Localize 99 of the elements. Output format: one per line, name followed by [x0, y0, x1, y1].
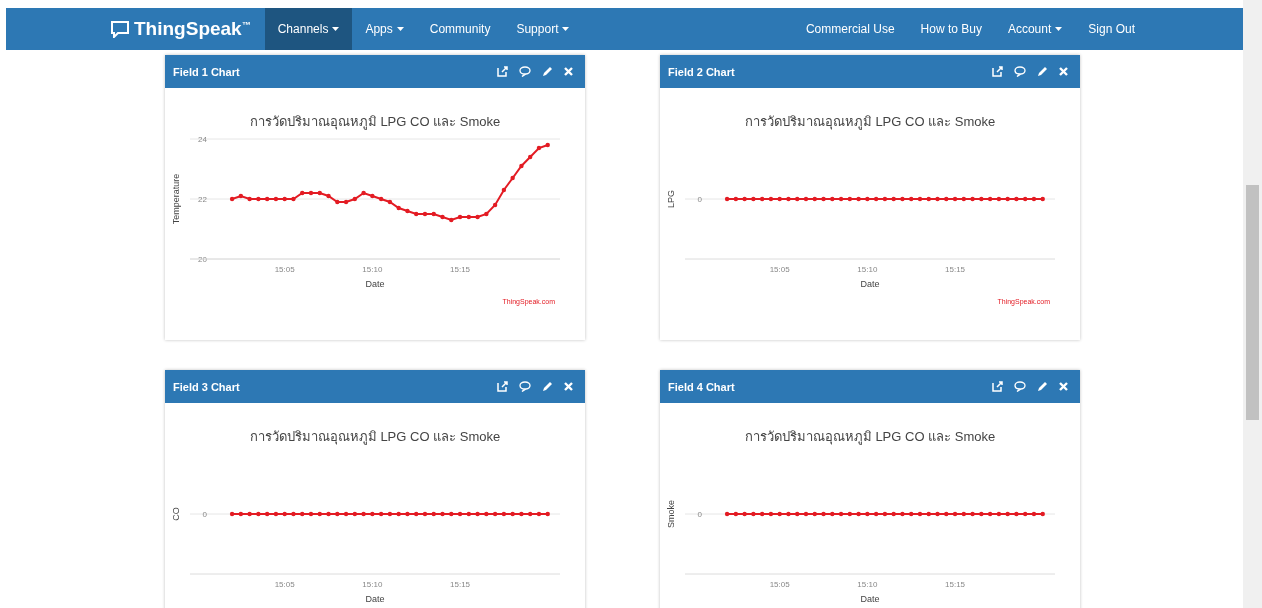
axis-tick-label: 15:10 — [362, 265, 383, 274]
axis-tick-label: 15:10 — [857, 580, 878, 589]
data-point — [291, 196, 296, 202]
data-point — [431, 211, 436, 217]
y-axis-label: Smoke — [666, 500, 676, 528]
data-point — [326, 193, 331, 199]
data-point — [492, 202, 498, 208]
data-point — [466, 214, 471, 220]
axis-tick-label: 15:05 — [274, 265, 295, 274]
comment-icon[interactable] — [519, 381, 531, 392]
axis-tick-label: 22 — [198, 195, 207, 204]
data-point — [370, 193, 375, 199]
axis-tick-label: 15:15 — [945, 265, 966, 274]
data-point — [343, 199, 349, 205]
axis-tick-label: 15:05 — [274, 580, 295, 589]
external-link-icon[interactable] — [497, 66, 508, 77]
nav-item[interactable]: How to Buy — [907, 8, 995, 50]
data-point — [475, 214, 480, 220]
axis-tick-label: 15:15 — [450, 265, 471, 274]
axis-tick-label: 0 — [697, 510, 702, 519]
x-axis-label: Date — [860, 594, 880, 604]
data-point — [264, 196, 270, 202]
data-point — [484, 211, 489, 217]
nav-item[interactable]: Apps — [352, 8, 417, 50]
data-point — [282, 196, 287, 202]
close-icon[interactable] — [564, 382, 573, 391]
x-axis-label: Date — [860, 279, 880, 289]
close-icon[interactable] — [1059, 67, 1068, 76]
data-point — [440, 214, 445, 220]
axis-tick-label: 15:05 — [769, 265, 790, 274]
card-title: Field 1 Chart — [173, 65, 240, 78]
pencil-icon[interactable] — [1037, 66, 1048, 77]
comment-icon[interactable] — [1014, 66, 1026, 77]
y-axis-label: Temperature — [171, 173, 181, 225]
y-axis-label: CO — [171, 507, 181, 521]
axis-tick-label: 15:15 — [945, 580, 966, 589]
card-title: Field 4 Chart — [668, 380, 735, 393]
data-point — [414, 211, 419, 217]
data-point — [352, 196, 358, 202]
data-point — [247, 196, 252, 202]
close-icon[interactable] — [564, 67, 573, 76]
comment-icon[interactable] — [1014, 381, 1026, 392]
axis-tick-label: 24 — [198, 135, 207, 144]
data-point — [335, 199, 340, 205]
chart-title: การวัดปริมาณอุณหภูมิ LPG CO และ Smoke — [249, 114, 501, 129]
data-point — [405, 208, 410, 214]
data-point — [528, 154, 533, 160]
data-point — [387, 199, 393, 205]
card-title: Field 2 Chart — [668, 65, 735, 78]
nav-item[interactable]: Support — [503, 8, 583, 50]
nav-item[interactable]: Sign Out — [1075, 8, 1148, 50]
axis-tick-label: 0 — [697, 195, 702, 204]
data-point — [238, 193, 244, 199]
data-point — [422, 211, 428, 217]
data-point — [256, 196, 261, 202]
data-point — [229, 196, 235, 202]
external-link-icon[interactable] — [497, 381, 508, 392]
chart-title: การวัดปริมาณอุณหภูมิ LPG CO และ Smoke — [744, 114, 996, 129]
data-point — [519, 163, 524, 169]
pencil-icon[interactable] — [542, 381, 553, 392]
chart-title: การวัดปริมาณอุณหภูมิ LPG CO และ Smoke — [249, 429, 501, 444]
logo[interactable]: ThingSpeak$^{™}$ — [134, 18, 251, 40]
nav-item[interactable]: Account — [994, 8, 1076, 50]
pencil-icon[interactable] — [1037, 381, 1048, 392]
axis-tick-label: 15:10 — [362, 580, 383, 589]
axis-tick-label: 15:10 — [857, 265, 878, 274]
speech-bubble-icon — [110, 20, 130, 38]
data-point — [510, 175, 515, 181]
data-point — [536, 145, 542, 151]
nav-item[interactable]: Channels — [264, 8, 353, 50]
data-point — [396, 205, 401, 211]
axis-tick-label: 20 — [198, 255, 207, 264]
data-point — [545, 142, 550, 148]
axis-tick-label: 15:05 — [769, 580, 790, 589]
axis-tick-label: 15:15 — [450, 580, 471, 589]
pencil-icon[interactable] — [542, 66, 553, 77]
data-point — [501, 187, 507, 193]
data-point — [300, 190, 305, 196]
axis-tick-label: 0 — [202, 510, 207, 519]
external-link-icon[interactable] — [992, 381, 1003, 392]
external-link-icon[interactable] — [992, 66, 1003, 77]
data-point — [457, 214, 463, 220]
nav-item[interactable]: Commercial Use — [792, 8, 908, 50]
scrollbar[interactable] — [1243, 0, 1262, 608]
comment-icon[interactable] — [519, 66, 531, 77]
chart-title: การวัดปริมาณอุณหภูมิ LPG CO และ Smoke — [744, 429, 996, 444]
y-axis-label: LPG — [666, 190, 676, 208]
scrollbar-thumb[interactable] — [1246, 185, 1259, 420]
data-point — [317, 190, 322, 196]
data-point — [361, 190, 366, 196]
card-title: Field 3 Chart — [173, 380, 240, 393]
data-point — [449, 217, 454, 223]
close-icon[interactable] — [1059, 382, 1068, 391]
x-axis-label: Date — [365, 279, 385, 289]
data-point — [308, 190, 314, 196]
nav-item[interactable]: Community — [416, 8, 504, 50]
data-point — [378, 196, 384, 202]
data-point — [273, 196, 279, 202]
x-axis-label: Date — [365, 594, 385, 604]
